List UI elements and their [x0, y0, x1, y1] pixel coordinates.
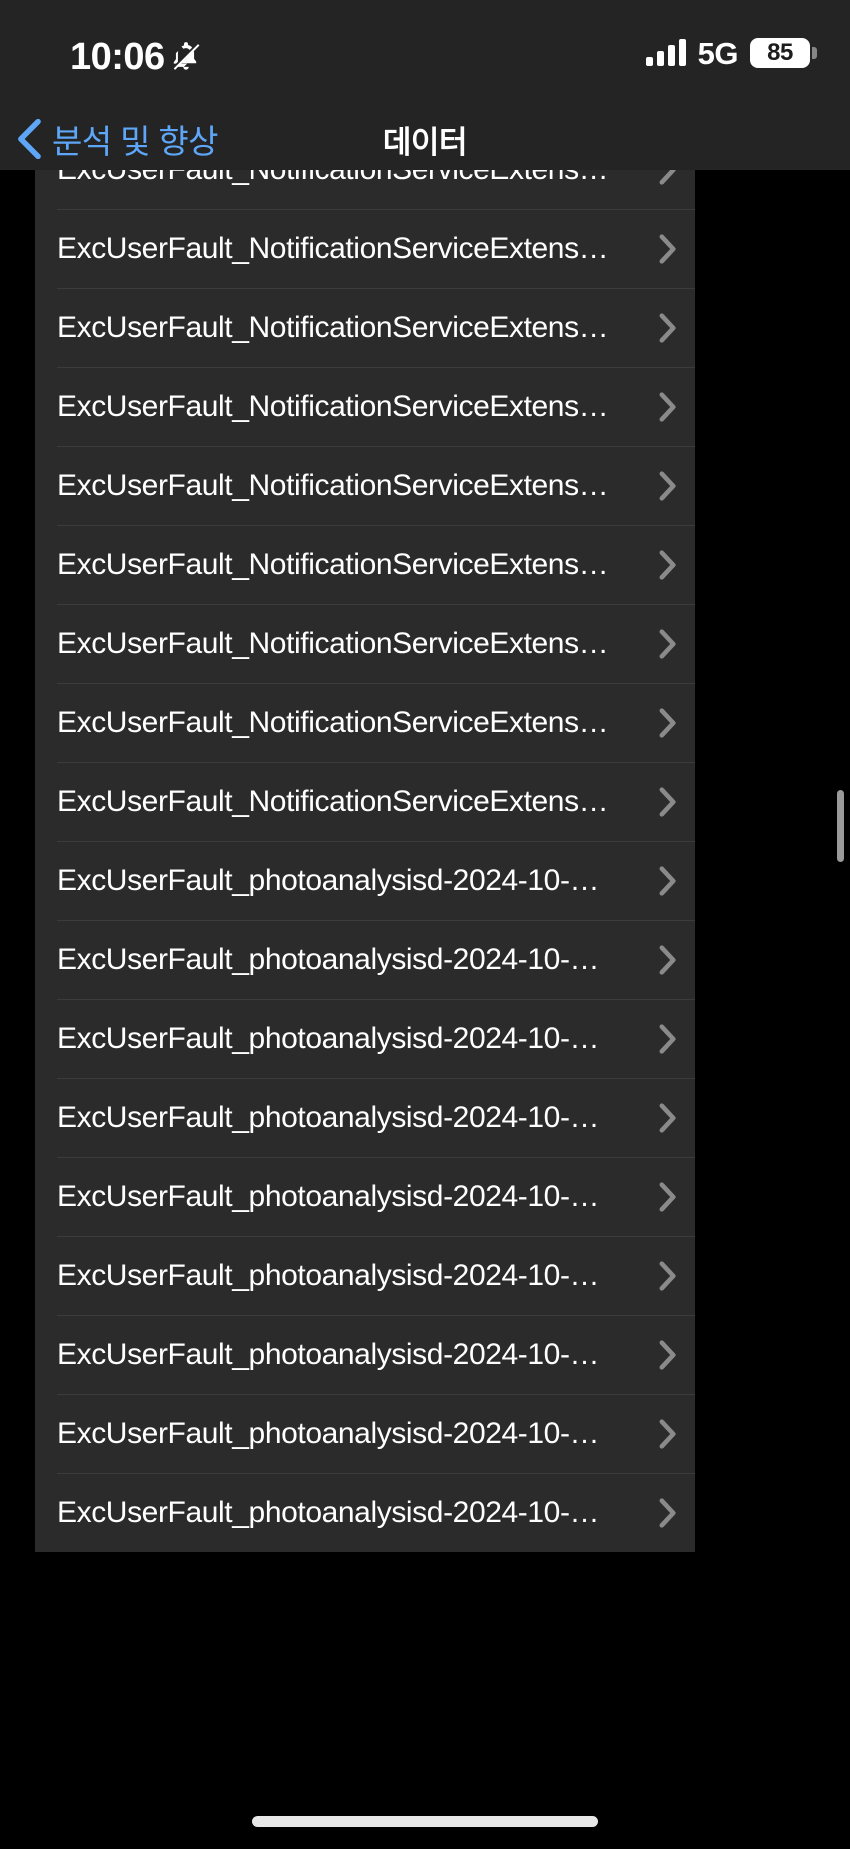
list-item[interactable]: ExcUserFault_NotificationServiceExtens… [35, 683, 695, 762]
chevron-right-icon [659, 786, 676, 817]
list-item-label: ExcUserFault_NotificationServiceExtens… [57, 310, 609, 344]
chevron-left-icon [18, 119, 41, 159]
chevron-right-icon [659, 170, 676, 185]
chevron-right-icon [659, 944, 676, 975]
chevron-right-icon [659, 549, 676, 580]
list-item[interactable]: ExcUserFault_photoanalysisd-2024-10-… [35, 1315, 695, 1394]
status-bar-time: 10:06 [70, 36, 165, 78]
list-item[interactable]: ExcUserFault_NotificationServiceExtens… [35, 525, 695, 604]
list-item[interactable]: ExcUserFault_NotificationServiceExtens… [35, 288, 695, 367]
home-indicator[interactable] [252, 1816, 598, 1827]
chevron-right-icon [659, 1023, 676, 1054]
list-item[interactable]: ExcUserFault_photoanalysisd-2024-10-… [35, 1236, 695, 1315]
list-item-label: ExcUserFault_photoanalysisd-2024-10-… [57, 1258, 600, 1292]
list-item[interactable]: ExcUserFault_NotificationServiceExtens… [35, 604, 695, 683]
list-item[interactable]: ExcUserFault_NotificationServiceExtens… [35, 367, 695, 446]
list-item[interactable]: ExcUserFault_photoanalysisd-2024-10-… [35, 1394, 695, 1473]
chevron-right-icon [659, 1497, 676, 1528]
chevron-right-icon [659, 470, 676, 501]
list-item-label: ExcUserFault_photoanalysisd-2024-10-… [57, 1100, 600, 1134]
back-button-label: 분석 및 향상 [52, 123, 219, 160]
list-item-label: ExcUserFault_photoanalysisd-2024-10-… [57, 1337, 600, 1371]
chevron-right-icon [659, 1181, 676, 1212]
chevron-right-icon [659, 391, 676, 422]
chevron-right-icon [659, 1418, 676, 1449]
list-item-label: ExcUserFault_NotificationServiceExtens… [57, 468, 609, 502]
list-item[interactable]: ExcUserFault_photoanalysisd-2024-10-… [35, 1157, 695, 1236]
network-type-label: 5G [697, 35, 739, 71]
list-item[interactable]: ExcUserFault_NotificationServiceExtens… [35, 762, 695, 841]
status-bar: 10:06 5G 85 [0, 0, 850, 108]
chevron-right-icon [659, 707, 676, 738]
list-item[interactable]: ExcUserFault_photoanalysisd-2024-10-… [35, 920, 695, 999]
vertical-scrollbar[interactable] [837, 790, 844, 862]
iphone-screen: 10:06 5G 85 분석 및 향상 데이터 ExcUserFault_Not… [0, 0, 850, 1849]
list-item-label: ExcUserFault_photoanalysisd-2024-10-… [57, 942, 600, 976]
chevron-right-icon [659, 1102, 676, 1133]
list-item-label: ExcUserFault_NotificationServiceExtens… [57, 784, 609, 818]
data-list: ExcUserFault_NotificationServiceExtens… E… [35, 170, 695, 1552]
chevron-right-icon [659, 312, 676, 343]
list-item[interactable]: ExcUserFault_NotificationServiceExtens… [35, 170, 695, 209]
navigation-bar: 분석 및 향상 데이터 [0, 108, 850, 170]
list-item[interactable]: ExcUserFault_photoanalysisd-2024-10-… [35, 1078, 695, 1157]
chevron-right-icon [659, 1260, 676, 1291]
bell-slash-icon [172, 42, 200, 70]
list-item-label: ExcUserFault_NotificationServiceExtens… [57, 547, 609, 581]
list-item-label: ExcUserFault_NotificationServiceExtens… [57, 231, 609, 265]
list-item-label: ExcUserFault_NotificationServiceExtens… [57, 626, 609, 660]
list-viewport[interactable]: ExcUserFault_NotificationServiceExtens… E… [0, 170, 850, 1849]
chevron-right-icon [659, 233, 676, 264]
chevron-right-icon [659, 628, 676, 659]
status-bar-indicators: 5G 85 [645, 35, 817, 71]
list-item[interactable]: ExcUserFault_photoanalysisd-2024-10-… [35, 1473, 695, 1552]
battery-level-label: 85 [767, 39, 793, 66]
list-item-label: ExcUserFault_photoanalysisd-2024-10-… [57, 1179, 600, 1213]
list-item[interactable]: ExcUserFault_photoanalysisd-2024-10-… [35, 999, 695, 1078]
chevron-right-icon [659, 865, 676, 896]
list-item-label: ExcUserFault_NotificationServiceExtens… [57, 389, 609, 423]
list-item-label: ExcUserFault_photoanalysisd-2024-10-… [57, 1495, 600, 1529]
back-button[interactable]: 분석 및 향상 [16, 108, 219, 170]
list-item-label: ExcUserFault_photoanalysisd-2024-10-… [57, 1021, 600, 1055]
battery-icon: 85 [750, 38, 817, 68]
list-item[interactable]: ExcUserFault_NotificationServiceExtens… [35, 209, 695, 288]
list-item[interactable]: ExcUserFault_NotificationServiceExtens… [35, 446, 695, 525]
list-item[interactable]: ExcUserFault_photoanalysisd-2024-10-… [35, 841, 695, 920]
list-item-label: ExcUserFault_photoanalysisd-2024-10-… [57, 863, 600, 897]
list-item-label: ExcUserFault_photoanalysisd-2024-10-… [57, 1416, 600, 1450]
chevron-right-icon [659, 1339, 676, 1370]
list-item-label: ExcUserFault_NotificationServiceExtens… [57, 705, 609, 739]
cellular-signal-bars-icon [645, 39, 686, 66]
list-item-label: ExcUserFault_NotificationServiceExtens… [57, 170, 645, 187]
